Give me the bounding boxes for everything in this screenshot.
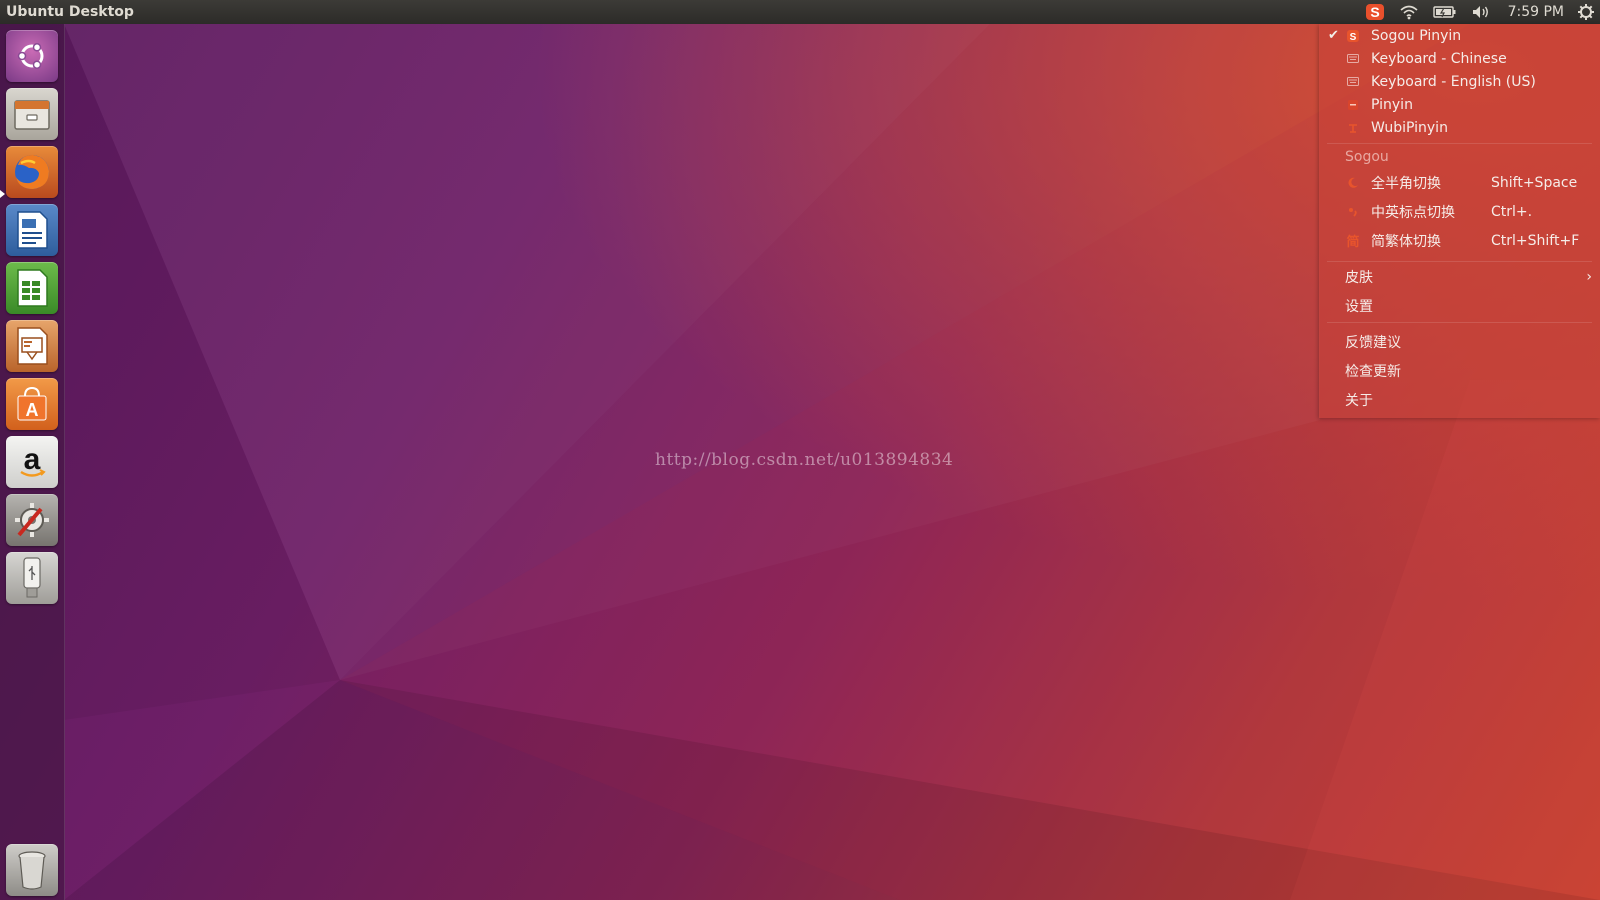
usb-drive-icon[interactable] xyxy=(6,552,58,604)
section-header-label: Sogou xyxy=(1345,148,1389,165)
files-icon[interactable] xyxy=(6,88,58,140)
menu-item-label: Pinyin xyxy=(1371,96,1413,113)
menu-item-about[interactable]: 关于 xyxy=(1319,388,1600,411)
menu-item-label: 设置 xyxy=(1345,298,1373,315)
menu-item-keyboard-english-us[interactable]: Keyboard - English (US) xyxy=(1319,70,1600,93)
menu-item-simplified-traditional[interactable]: 简 简繁体切换 Ctrl+Shift+F xyxy=(1319,229,1600,252)
trash-icon[interactable] xyxy=(6,844,58,896)
menu-item-skin[interactable]: 皮肤 › xyxy=(1319,265,1600,288)
menu-item-label: 皮肤 xyxy=(1345,269,1373,286)
amazon-icon[interactable]: a xyxy=(6,436,58,488)
menu-item-label: Keyboard - English (US) xyxy=(1371,73,1536,90)
moon-icon xyxy=(1346,176,1360,190)
writer-icon[interactable] xyxy=(6,204,58,256)
software-center-icon[interactable]: A xyxy=(6,378,58,430)
system-settings-icon[interactable] xyxy=(6,494,58,546)
menu-separator xyxy=(1327,261,1592,262)
running-indicator xyxy=(0,190,5,198)
pinyin-icon xyxy=(1346,98,1360,112)
wubi-icon xyxy=(1346,121,1360,135)
shortcut-label: Shift+Space xyxy=(1491,174,1578,191)
impress-icon[interactable] xyxy=(6,320,58,372)
wifi-icon[interactable] xyxy=(1399,0,1419,24)
menu-section-header: Sogou xyxy=(1319,145,1600,168)
volume-icon[interactable] xyxy=(1471,0,1491,24)
menu-item-punctuation[interactable]: 中英标点切换 Ctrl+. xyxy=(1319,200,1600,223)
punct-icon xyxy=(1346,205,1360,219)
menu-item-keyboard-chinese[interactable]: Keyboard - Chinese xyxy=(1319,47,1600,70)
jian-icon: 简 xyxy=(1346,235,1360,250)
sogou-icon: S xyxy=(1346,29,1360,43)
launcher: A a xyxy=(0,24,65,900)
menu-item-label: 反馈建议 xyxy=(1345,334,1401,351)
keyboard-icon xyxy=(1346,52,1360,66)
watermark-text: http://blog.csdn.net/u013894834 xyxy=(655,450,954,470)
top-panel: Ubuntu Desktop S 7:59 PM xyxy=(0,0,1600,24)
submenu-arrow-icon: › xyxy=(1586,268,1592,285)
menu-item-wubipinyin[interactable]: WubiPinyin xyxy=(1319,116,1600,139)
menu-separator xyxy=(1327,143,1592,144)
menu-item-feedback[interactable]: 反馈建议 xyxy=(1319,330,1600,353)
ubuntu-dash-icon[interactable] xyxy=(6,30,58,82)
clock[interactable]: 7:59 PM xyxy=(1508,4,1564,20)
check-icon: ✔ xyxy=(1328,28,1339,43)
menu-item-sogou-pinyin[interactable]: ✔ S Sogou Pinyin xyxy=(1319,24,1600,47)
svg-text:A: A xyxy=(26,400,39,420)
keyboard-icon xyxy=(1346,75,1360,89)
svg-text:S: S xyxy=(1350,32,1357,42)
menu-item-label: 检查更新 xyxy=(1345,363,1401,380)
sogou-icon[interactable]: S xyxy=(1365,0,1385,24)
menu-item-label: Keyboard - Chinese xyxy=(1371,50,1507,67)
shortcut-label: Ctrl+Shift+F xyxy=(1491,232,1580,249)
menu-separator xyxy=(1327,322,1592,323)
menu-item-settings[interactable]: 设置 xyxy=(1319,294,1600,317)
menu-item-label: 中英标点切换 xyxy=(1371,204,1455,221)
gear-icon[interactable] xyxy=(1577,0,1595,24)
svg-text:a: a xyxy=(24,443,41,476)
menu-item-label: 简繁体切换 xyxy=(1371,233,1441,250)
menu-item-pinyin[interactable]: Pinyin xyxy=(1319,93,1600,116)
menu-item-check-update[interactable]: 检查更新 xyxy=(1319,359,1600,382)
calc-icon[interactable] xyxy=(6,262,58,314)
menu-item-label: 关于 xyxy=(1345,392,1373,409)
shortcut-label: Ctrl+. xyxy=(1491,203,1533,220)
firefox-icon[interactable] xyxy=(6,146,58,198)
svg-text:S: S xyxy=(1370,4,1379,20)
menu-item-label: Sogou Pinyin xyxy=(1371,27,1462,44)
window-title: Ubuntu Desktop xyxy=(6,4,134,20)
input-method-menu: ✔ S Sogou Pinyin Keyboard - Chinese Keyb… xyxy=(1319,24,1600,418)
menu-item-label: WubiPinyin xyxy=(1371,119,1448,136)
menu-item-label: 全半角切换 xyxy=(1371,175,1441,192)
menu-item-full-half-width[interactable]: 全半角切换 Shift+Space xyxy=(1319,171,1600,194)
indicator-area: S 7:59 PM xyxy=(1358,0,1600,24)
battery-icon[interactable] xyxy=(1432,0,1457,24)
